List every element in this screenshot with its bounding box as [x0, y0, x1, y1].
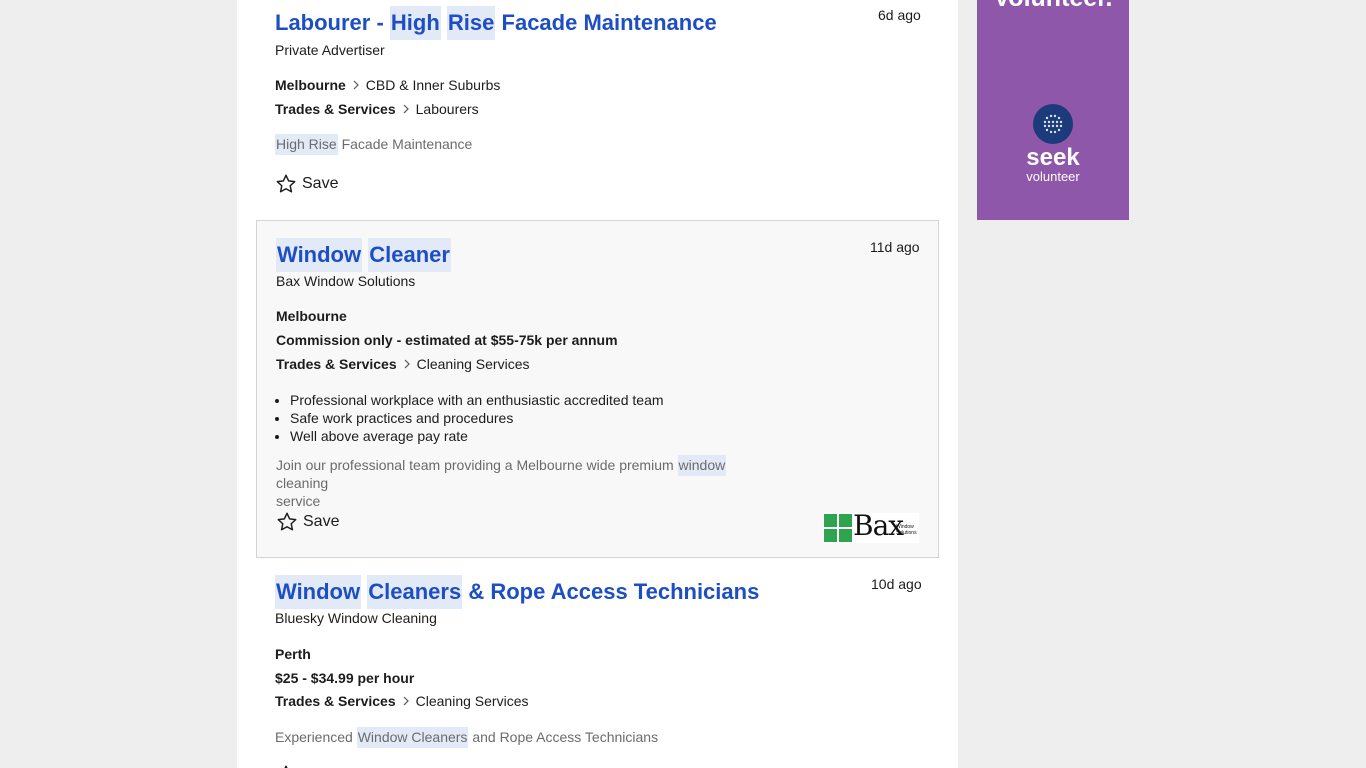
classification-link[interactable]: Trades & Services — [275, 693, 396, 709]
title-highlight: High — [389, 6, 441, 40]
logo-mark — [824, 514, 852, 542]
search-results-column: Labourer - High Rise Facade Maintenance … — [237, 0, 958, 768]
chevron-right-icon — [399, 104, 413, 114]
subclassification-link[interactable]: Cleaning Services — [417, 356, 530, 372]
chevron-right-icon — [400, 359, 414, 369]
title-highlight: Rise — [446, 6, 496, 40]
teaser-text: cleaning — [276, 475, 329, 491]
location-link[interactable]: Melbourne — [276, 308, 347, 324]
listing-date: 11d ago — [870, 239, 920, 255]
job-title-link[interactable]: Labourer - High Rise Facade Maintenance — [275, 6, 717, 40]
teaser-text: and Rope Access Technicians — [468, 729, 659, 745]
teaser-text: Join our professional team providing a M… — [276, 457, 678, 473]
star-icon — [277, 512, 297, 531]
location-link[interactable]: Melbourne — [275, 77, 346, 93]
classification-link[interactable]: Trades & Services — [276, 356, 397, 372]
title-highlight: Cleaners — [367, 575, 463, 609]
job-location: Perth — [275, 646, 311, 662]
job-salary: $25 - $34.99 per hour — [275, 670, 414, 686]
job-title-link[interactable]: Window Cleaners & Rope Access Technician… — [275, 575, 760, 609]
teaser-text: service — [276, 493, 321, 509]
seek-volunteer-logo-icon — [1033, 104, 1073, 144]
advertiser-name[interactable]: Private Advertiser — [275, 42, 385, 58]
selling-point: Safe work practices and procedures — [290, 409, 664, 427]
title-highlight: Window — [276, 238, 363, 272]
advertiser-name[interactable]: Bax Window Solutions — [276, 273, 415, 289]
save-label: Save — [302, 175, 339, 192]
job-card-featured: Window Cleaner 11d ago Bax Window Soluti… — [256, 220, 939, 558]
logo-subtext: Window Solutions — [896, 524, 917, 536]
listing-date: 6d ago — [878, 7, 921, 23]
job-card: Window Cleaners & Rope Access Technician… — [237, 558, 958, 768]
ad-brand: seek — [1026, 144, 1080, 171]
subclassification-link[interactable]: Cleaning Services — [416, 693, 529, 709]
location-link[interactable]: Perth — [275, 646, 311, 662]
classification-link[interactable]: Trades & Services — [275, 101, 396, 117]
salary-text: Commission only - estimated at $55-75k p… — [276, 332, 618, 348]
chevron-right-icon — [349, 80, 363, 90]
save-job-button[interactable]: Save — [276, 511, 339, 533]
job-teaser: Join our professional team providing a M… — [276, 455, 776, 510]
title-text: & Rope Access Technicians — [462, 579, 760, 604]
advertiser-name[interactable]: Bluesky Window Cleaning — [275, 610, 437, 626]
selling-point: Professional workplace with an enthusias… — [290, 391, 664, 409]
job-salary: Commission only - estimated at $55-75k p… — [276, 332, 618, 348]
star-icon — [276, 174, 296, 193]
teaser-text: Facade Maintenance — [337, 136, 473, 152]
star-icon[interactable] — [275, 764, 295, 768]
teaser-highlight: window — [677, 455, 727, 476]
job-location: Melbourne — [276, 308, 347, 324]
title-highlight: Cleaner — [368, 238, 451, 272]
listing-date: 10d ago — [871, 576, 922, 592]
job-classification: Trades & Services Labourers — [275, 101, 479, 117]
job-teaser: High Rise Facade Maintenance — [275, 134, 473, 155]
salary-text: $25 - $34.99 per hour — [275, 670, 415, 686]
teaser-highlight: Window Cleaners — [356, 727, 469, 748]
company-logo: Bax Window Solutions — [823, 509, 919, 543]
save-label: Save — [303, 513, 340, 530]
job-classification: Trades & Services Cleaning Services — [275, 693, 528, 709]
title-text: Facade Maintenance — [495, 10, 717, 35]
ad-sub: volunteer — [1026, 169, 1080, 184]
title-highlight: Window — [275, 575, 362, 609]
selling-points-list: Professional workplace with an enthusias… — [276, 391, 664, 445]
chevron-right-icon — [399, 696, 413, 706]
save-job-button[interactable]: Save — [275, 173, 338, 195]
title-text — [441, 10, 447, 35]
title-text: Labourer - — [275, 10, 390, 35]
ad-headline: Volunteer. — [977, 0, 1129, 13]
teaser-highlight: High Rise — [275, 134, 338, 155]
job-classification: Trades & Services Cleaning Services — [276, 356, 529, 372]
area-link[interactable]: CBD & Inner Suburbs — [366, 77, 501, 93]
job-location: Melbourne CBD & Inner Suburbs — [275, 77, 500, 93]
seek-volunteer-ad[interactable]: Volunteer. seek volunteer — [977, 0, 1129, 220]
selling-point: Well above average pay rate — [290, 427, 664, 445]
job-card: Labourer - High Rise Facade Maintenance … — [237, 0, 958, 218]
subclassification-link[interactable]: Labourers — [416, 101, 479, 117]
job-title-link[interactable]: Window Cleaner — [276, 238, 451, 272]
job-teaser: Experienced Window Cleaners and Rope Acc… — [275, 727, 659, 748]
teaser-text: Experienced — [275, 729, 357, 745]
